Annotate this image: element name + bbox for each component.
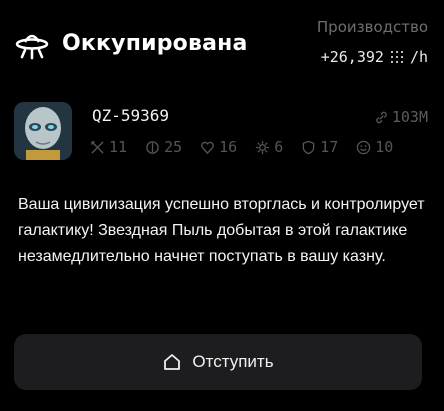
home-icon xyxy=(164,354,181,370)
alien-avatar xyxy=(14,102,72,160)
link-icon xyxy=(376,111,387,123)
gear-icon xyxy=(256,140,270,154)
page-title: Оккупирована xyxy=(62,31,248,56)
player-name: QZ-59369 xyxy=(92,106,170,125)
production-unit: /h xyxy=(409,48,428,66)
power-value: 103M xyxy=(375,108,428,126)
production-label: Производство xyxy=(316,18,428,36)
shield-icon xyxy=(146,140,159,154)
header: Оккупирована Производство +26,392 /h xyxy=(14,18,430,78)
production-rate: +26,392 /h xyxy=(321,48,428,66)
heart-icon xyxy=(201,141,214,154)
occupation-description: Ваша цивилизация успешно вторглась и кон… xyxy=(18,196,425,265)
player-profile: QZ-59369 103M 11 25 16 6 17 10 xyxy=(14,102,430,162)
shield-outline-icon xyxy=(302,140,315,154)
crossed-swords-icon xyxy=(91,140,104,154)
retreat-button[interactable]: Отступить xyxy=(14,334,422,390)
player-stats: 11 25 16 6 17 10 xyxy=(90,138,393,156)
stat-health: 16 xyxy=(200,138,237,156)
smile-icon xyxy=(357,140,371,154)
stat-armor: 17 xyxy=(301,138,338,156)
stat-morale: 10 xyxy=(356,138,393,156)
ufo-icon xyxy=(15,34,49,60)
stat-tech: 6 xyxy=(255,138,283,156)
stat-defense: 25 xyxy=(145,138,182,156)
stardust-icon xyxy=(390,51,403,63)
production-value: +26,392 xyxy=(320,48,384,66)
stat-attack: 11 xyxy=(90,138,127,156)
retreat-button-label: Отступить xyxy=(192,352,274,371)
